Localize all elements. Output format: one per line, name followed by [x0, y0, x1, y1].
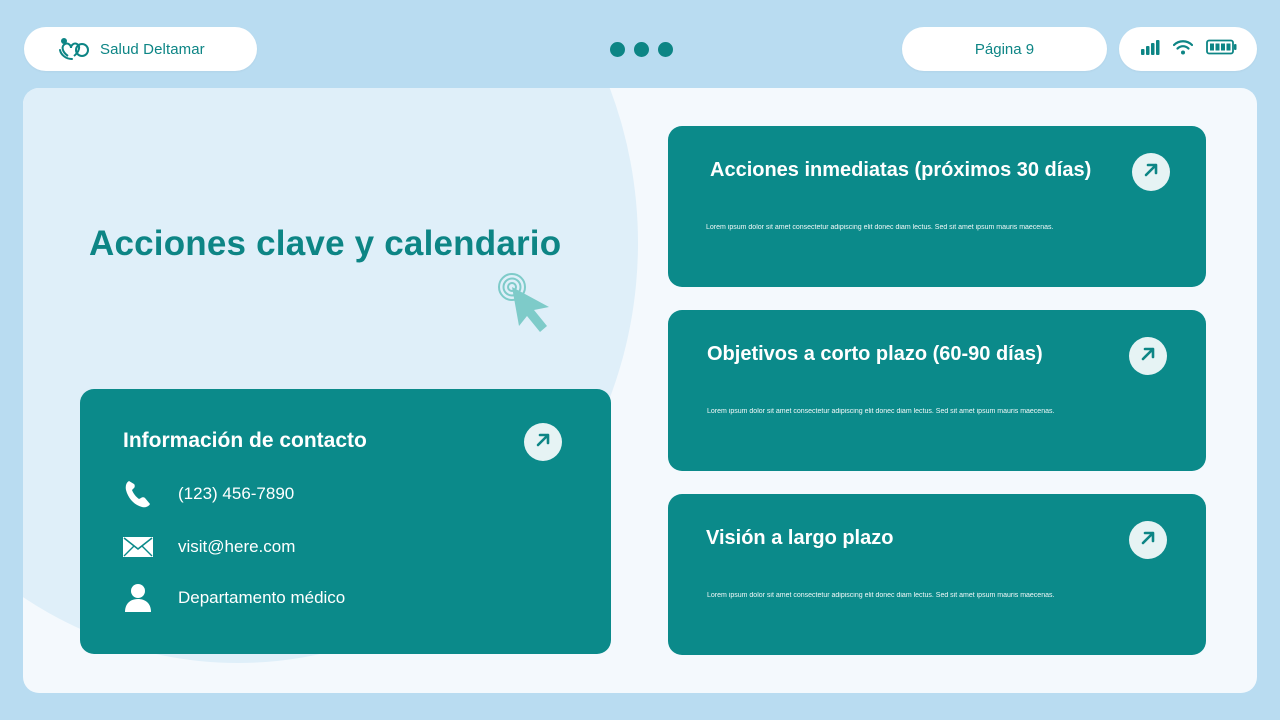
contact-email: visit@here.com	[178, 537, 296, 556]
phone-icon	[123, 479, 153, 509]
contact-title: Información de contacto	[123, 429, 367, 452]
contact-arrow-button[interactable]	[524, 423, 562, 461]
arrow-up-right-icon	[1139, 529, 1157, 552]
card-arrow-button[interactable]	[1129, 337, 1167, 375]
dot-3	[658, 42, 673, 57]
battery-icon	[1205, 39, 1237, 60]
user-icon	[123, 583, 153, 613]
card-body: Lorem ipsum dolor sit amet consectetur a…	[707, 408, 1055, 415]
contact-email-row[interactable]: visit@here.com	[123, 532, 295, 562]
cursor-click-icon	[495, 268, 557, 338]
card-arrow-button[interactable]	[1129, 521, 1167, 559]
card-long-term-vision[interactable]: Visión a largo plazo Lorem ipsum dolor s…	[668, 494, 1206, 655]
heart-hands-icon	[58, 36, 92, 62]
page-title: Acciones clave y calendario	[89, 224, 562, 263]
card-body: Lorem ipsum dolor sit amet consectetur a…	[707, 592, 1055, 599]
arrow-up-right-icon	[534, 431, 552, 454]
arrow-up-right-icon	[1139, 345, 1157, 368]
card-immediate-actions[interactable]: Acciones inmediatas (próximos 30 días) L…	[668, 126, 1206, 287]
wifi-icon	[1172, 39, 1193, 60]
brand-name: Salud Deltamar	[100, 40, 205, 58]
status-bar	[1119, 27, 1257, 71]
brand-pill[interactable]: Salud Deltamar	[24, 27, 257, 71]
window-dots	[610, 42, 673, 57]
card-short-term-goals[interactable]: Objetivos a corto plazo (60-90 días) Lor…	[668, 310, 1206, 471]
envelope-icon	[123, 532, 153, 562]
contact-phone-row[interactable]: (123) 456-7890	[123, 479, 294, 509]
dot-1	[610, 42, 625, 57]
contact-phone: (123) 456-7890	[178, 484, 295, 503]
card-title: Visión a largo plazo	[706, 527, 894, 549]
card-title: Objetivos a corto plazo (60-90 días)	[707, 343, 1043, 365]
card-body: Lorem ipsum dolor sit amet consectetur a…	[706, 224, 1054, 231]
contact-card: Información de contacto (123) 456-7890 v…	[80, 389, 611, 654]
arrow-up-right-icon	[1142, 161, 1160, 184]
card-arrow-button[interactable]	[1132, 153, 1170, 191]
page-indicator[interactable]: Página 9	[902, 27, 1107, 71]
main-panel: Acciones clave y calendario Información …	[23, 88, 1257, 693]
contact-department-row[interactable]: Departamento médico	[123, 583, 345, 613]
dot-2	[634, 42, 649, 57]
page-label: Página 9	[974, 40, 1035, 58]
card-title: Acciones inmediatas (próximos 30 días)	[710, 159, 1092, 181]
signal-icon	[1140, 39, 1160, 60]
contact-department: Departamento médico	[178, 588, 346, 607]
